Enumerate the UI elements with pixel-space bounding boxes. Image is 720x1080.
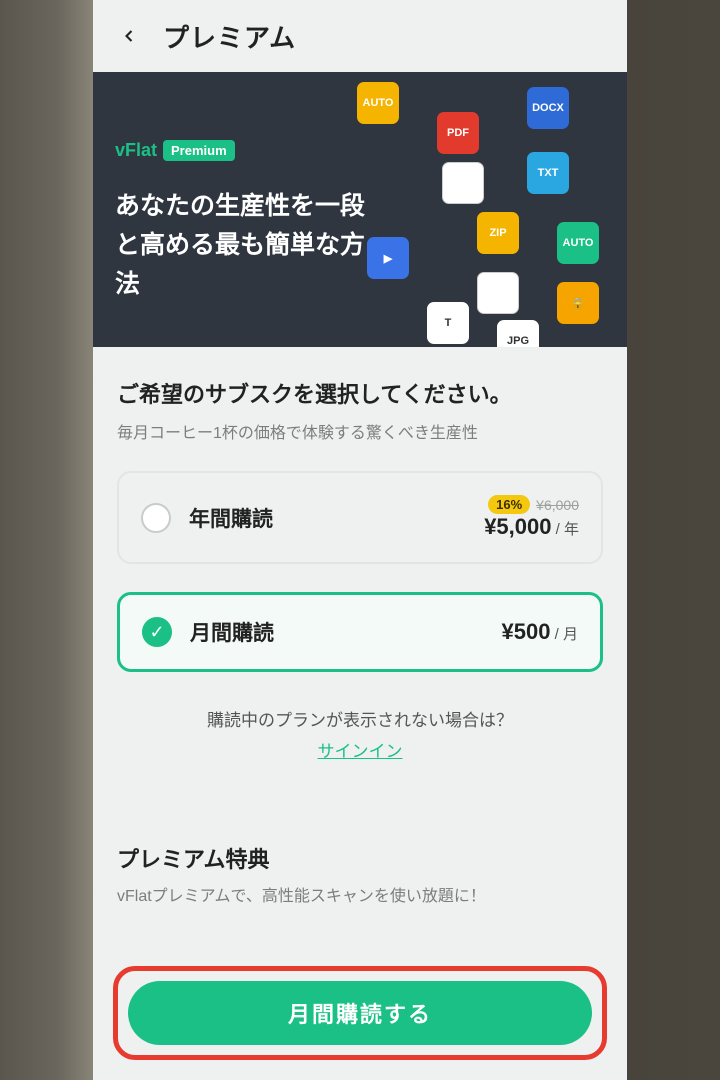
radio-checked-icon: ✓ [142, 617, 172, 647]
doc-icon [442, 162, 484, 204]
app-screen: プレミアム vFlat Premium あなたの生産性を一段と高める最も簡単な方… [93, 0, 627, 1080]
plan-yearly-name: 年間購読 [189, 503, 273, 533]
cta-highlight-box: 月間購読する [113, 966, 607, 1060]
lock-icon: 🔒 [557, 282, 599, 324]
plan-yearly-price: ¥5,000 [484, 514, 551, 539]
jpg-icon: JPG [497, 320, 539, 347]
brand-row: vFlat Premium [115, 140, 605, 161]
zip-icon: ZIP [477, 212, 519, 254]
original-price: ¥6,000 [536, 497, 579, 513]
auto-icon: AUTO [357, 82, 399, 124]
radio-unchecked-icon [141, 503, 171, 533]
subscribe-button[interactable]: 月間購読する [128, 981, 592, 1045]
signin-link[interactable]: サインイン [117, 737, 603, 762]
premium-badge: Premium [163, 140, 235, 161]
plan-yearly[interactable]: 年間購読 16% ¥6,000 ¥5,000 / 年 [117, 471, 603, 564]
chevron-left-icon [119, 26, 139, 46]
choose-title: ご希望のサブスクを選択してください。 [117, 377, 603, 409]
missing-plan-text: 購読中のプランが表示されない場合は？ [117, 706, 603, 731]
benefits-title: プレミアム特典 [117, 842, 603, 874]
hero-banner: vFlat Premium あなたの生産性を一段と高める最も簡単な方法 AUTO… [93, 72, 627, 347]
choose-subtitle: 毎月コーヒー1杯の価格で体験する驚くべき生産性 [117, 419, 603, 443]
benefits-subtitle: vFlatプレミアムで、高性能スキャンを使い放題に！ [117, 882, 603, 906]
plan-monthly-name: 月間購読 [190, 617, 274, 647]
plan-monthly-per: / 月 [550, 626, 578, 643]
docx-icon: DOCX [527, 87, 569, 129]
plan-monthly-price: ¥500 [502, 619, 551, 644]
brand-name: vFlat [115, 140, 157, 161]
text-icon: T [427, 302, 469, 344]
plan-yearly-per: / 年 [551, 521, 579, 538]
page-title: プレミアム [163, 18, 296, 55]
back-button[interactable] [105, 12, 153, 60]
discount-badge: 16% [488, 495, 530, 514]
auto2-icon: AUTO [557, 222, 599, 264]
hero-heading: あなたの生産性を一段と高める最も簡単な方法 [115, 187, 375, 303]
top-bar: プレミアム [93, 0, 627, 72]
plan-monthly[interactable]: ✓ 月間購読 ¥500 / 月 [117, 592, 603, 672]
page-icon [477, 272, 519, 314]
